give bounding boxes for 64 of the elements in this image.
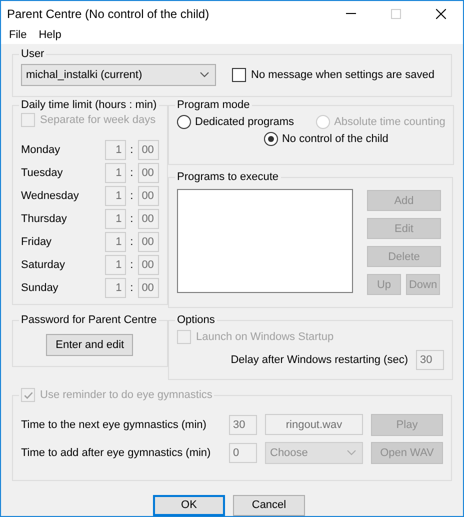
time-separator: :: [129, 190, 134, 202]
hours-field[interactable]: 1: [104, 278, 126, 298]
checkbox-label: No message when settings are saved: [251, 69, 434, 81]
radio-label: Absolute time counting: [334, 116, 446, 128]
day-label: Tuesday: [21, 167, 64, 179]
sound-dropdown[interactable]: Choose: [265, 442, 363, 464]
day-label: Wednesday: [21, 190, 80, 202]
window-title: Parent Centre (No control of the child): [7, 6, 210, 20]
enter-and-edit-button[interactable]: Enter and edit: [46, 334, 134, 356]
minutes-field[interactable]: 00: [138, 186, 159, 206]
time-separator: :: [129, 259, 134, 271]
minutes-field[interactable]: 00: [138, 163, 159, 183]
time-separator: :: [129, 213, 134, 225]
menu-item[interactable]: File: [3, 29, 33, 41]
time-separator: :: [129, 144, 134, 156]
time-separator: :: [129, 236, 134, 248]
program-list[interactable]: [177, 189, 353, 293]
dialog-button[interactable]: Cancel: [233, 494, 305, 516]
group-title: Daily time limit (hours : min): [20, 99, 158, 111]
caret-icon: [200, 72, 209, 78]
minimize-icon[interactable]: [346, 13, 356, 14]
checkbox-label: Use reminder to do eye gymnastics: [40, 389, 212, 401]
hours-field[interactable]: 1: [104, 232, 126, 252]
radio-label: No control of the child: [282, 133, 388, 145]
time-separator: :: [129, 282, 134, 294]
user-dropdown[interactable]: michal_instalki (current): [21, 64, 216, 86]
day-label: Thursday: [21, 213, 68, 225]
field-label: Time to the next eye gymnastics (min): [21, 418, 208, 430]
checkbox[interactable]: [232, 68, 246, 82]
hours-field[interactable]: 1: [104, 186, 126, 206]
day-label: Sunday: [21, 282, 60, 294]
group-title: User: [20, 48, 46, 60]
checkbox-label: Launch on Windows Startup: [196, 331, 334, 343]
delay-label: Delay after Windows restarting (sec): [230, 354, 408, 366]
minutes-field[interactable]: 00: [138, 140, 159, 160]
delay-field[interactable]: 30: [416, 350, 444, 370]
field-label: Time to add after eye gymnastics (min): [21, 446, 212, 458]
caret-icon: [347, 450, 356, 456]
group-title: Options: [176, 314, 216, 326]
menu-item[interactable]: Help: [32, 29, 68, 41]
sound-file-field[interactable]: ringout.wav: [265, 414, 363, 435]
day-label: Friday: [21, 236, 53, 248]
hours-field[interactable]: 1: [104, 209, 126, 229]
minutes-field[interactable]: 00: [138, 209, 159, 229]
day-label: Saturday: [21, 259, 66, 271]
minutes-field[interactable]: 30: [229, 414, 257, 434]
hours-field[interactable]: 1: [104, 255, 126, 275]
group-title: Program mode: [176, 99, 251, 111]
hours-field[interactable]: 1: [104, 140, 126, 160]
group-title: Programs to execute: [176, 171, 280, 183]
radio-button[interactable]: [264, 132, 278, 146]
minutes-field[interactable]: 00: [138, 278, 159, 298]
dialog-button[interactable]: OK: [153, 494, 225, 516]
minutes-field[interactable]: 00: [138, 232, 159, 252]
time-separator: :: [129, 167, 134, 179]
hours-field[interactable]: 1: [104, 163, 126, 183]
minutes-field[interactable]: 00: [138, 255, 159, 275]
day-label: Monday: [21, 144, 62, 156]
group-title: Password for Parent Centre: [20, 314, 158, 326]
close-icon[interactable]: [436, 8, 446, 18]
radio-label: Dedicated programs: [195, 116, 294, 128]
checkbox-label: Separate for week days: [40, 114, 156, 126]
radio-button[interactable]: [177, 115, 191, 129]
minutes-field[interactable]: 0: [229, 442, 257, 462]
